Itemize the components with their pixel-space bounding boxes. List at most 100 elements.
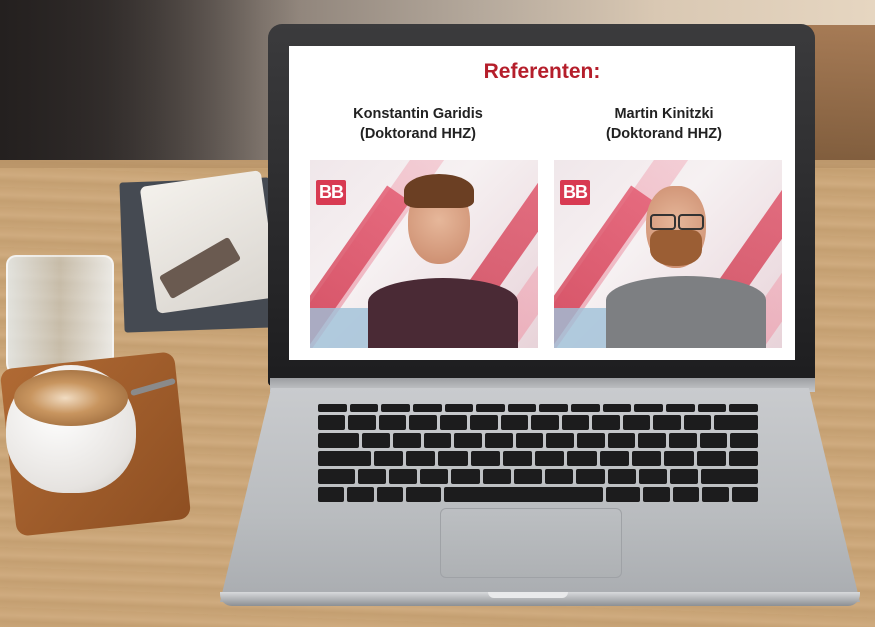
key [412,404,442,412]
key [362,433,391,448]
key [697,404,727,412]
keyboard-row [318,404,758,412]
key [500,415,529,430]
background-shadow [0,0,300,175]
key [607,433,636,448]
key [702,487,729,502]
key [605,487,641,502]
key [539,404,569,412]
key [507,404,537,412]
key [318,404,347,412]
key [643,487,670,502]
key [373,451,403,466]
key [631,451,662,466]
key [378,415,407,430]
latte-art [14,370,128,426]
keyboard-row [318,415,759,430]
cafe-photo-scene: Referenten: Konstantin Garidis (Doktoran… [0,0,875,627]
key [318,451,371,466]
key [666,404,695,412]
bb-logo: BB [316,180,346,205]
key [485,433,513,448]
slide-title: Referenten: [483,60,601,83]
key [420,469,449,484]
laptop-screen: Referenten: Konstantin Garidis (Doktoran… [289,46,795,360]
key [318,415,346,430]
key [513,469,543,484]
key [730,433,759,448]
key [357,469,386,484]
key [670,469,699,484]
key [672,487,700,502]
key [482,469,511,484]
key [502,451,533,466]
key [406,487,441,502]
key [701,469,758,484]
key [476,404,505,412]
keyboard-row [318,433,759,448]
key [571,404,600,412]
laptop-keyboard [318,404,759,502]
laptop-trackpad [440,508,622,578]
key [451,469,480,484]
speaker-2-caption: Martin Kinitzki (Doktorand HHZ) [549,104,779,144]
key [515,433,544,448]
speaker-2-name: Martin Kinitzki [614,106,714,122]
key [393,433,421,448]
napkin [139,170,279,314]
speaker-2-glasses [678,214,704,230]
speaker-1-hair [404,174,474,208]
key [729,404,758,412]
speaker-1-sweater [368,278,518,348]
key [348,415,376,430]
key [696,451,726,466]
key [699,433,728,448]
key [388,469,418,484]
key [638,433,667,448]
laptop-notch [488,592,568,598]
key [531,415,559,430]
key [622,415,651,430]
speaker-2-role: (Doktorand HHZ) [606,126,722,142]
key [535,451,565,466]
key [653,415,681,430]
key [664,451,694,466]
speaker-1-role: (Doktorand HHZ) [360,126,476,142]
speaker-2-photo: BB [554,160,782,348]
key [545,469,574,484]
keyboard-row [318,451,759,466]
key [638,469,668,484]
key [576,469,605,484]
key [439,415,468,430]
key [546,433,575,448]
key [577,433,605,448]
key [409,415,437,430]
key [728,451,759,466]
key [470,451,500,466]
speaker-1-name: Konstantin Garidis [353,106,483,122]
speaker-2-sweater [606,276,766,348]
keyboard-row [318,487,758,502]
key [318,487,345,502]
key [454,433,483,448]
key [669,433,697,448]
key [599,451,629,466]
key [349,404,379,412]
key [607,469,636,484]
key [731,487,758,502]
speaker-1-caption: Konstantin Garidis (Doktorand HHZ) [303,104,533,144]
key [592,415,620,430]
key [318,433,360,448]
speaker-2-beard [650,230,702,266]
key [423,433,452,448]
key [561,415,590,430]
key [347,487,374,502]
key [444,404,474,412]
key [318,469,355,484]
bb-logo: BB [560,180,590,205]
key [714,415,759,430]
key [381,404,410,412]
key [567,451,597,466]
keyboard-row [318,469,758,484]
space-key [443,487,603,502]
